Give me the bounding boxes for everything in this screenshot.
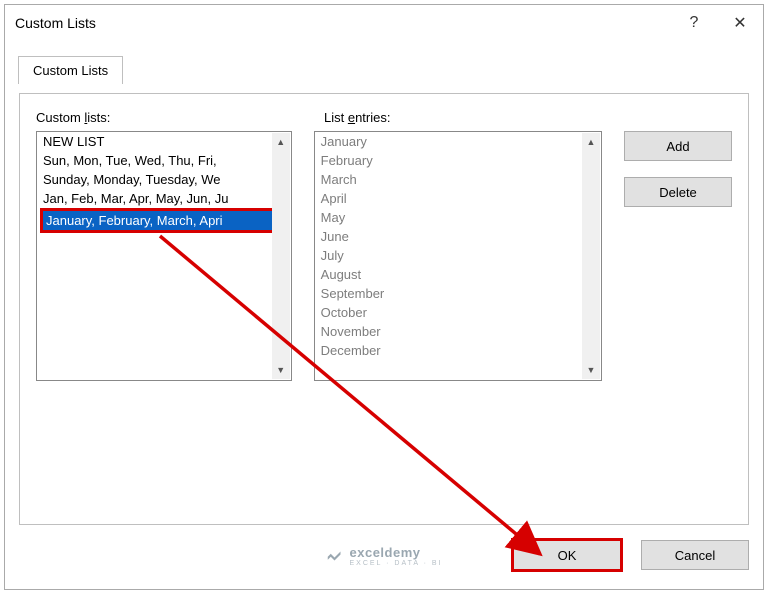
custom-lists-label-pre: Custom <box>36 110 84 125</box>
bottom-row: OK Cancel <box>511 535 749 575</box>
right-buttons: Add Delete <box>624 131 732 381</box>
logo-icon <box>326 547 344 565</box>
add-button[interactable]: Add <box>624 131 732 161</box>
watermark-brand: exceldemy <box>350 545 421 560</box>
entry-item: March <box>315 170 601 189</box>
list-item-selected[interactable]: January, February, March, Apri <box>43 211 285 230</box>
entry-item: May <box>315 208 601 227</box>
watermark: exceldemy EXCEL · DATA · BI <box>326 545 443 567</box>
watermark-text: exceldemy EXCEL · DATA · BI <box>350 545 443 567</box>
help-button[interactable]: ? <box>671 5 717 41</box>
entry-item: January <box>315 132 601 151</box>
cancel-button-label: Cancel <box>675 548 715 563</box>
list-item[interactable]: Sunday, Monday, Tuesday, We <box>37 170 291 189</box>
list-item[interactable]: Jan, Feb, Mar, Apr, May, Jun, Ju <box>37 189 291 208</box>
list-entries-listbox[interactable]: January February March April May June Ju… <box>314 131 602 381</box>
titlebar: Custom Lists ? ✕ <box>5 5 763 41</box>
close-button[interactable]: ✕ <box>717 5 763 41</box>
scroll-down-icon[interactable]: ▼ <box>272 361 290 379</box>
custom-lists-label: Custom lists: <box>36 110 302 125</box>
entry-item: September <box>315 284 601 303</box>
entry-item: August <box>315 265 601 284</box>
list-entries-label-post: ntries: <box>355 110 390 125</box>
list-entries-label: List entries: <box>324 110 624 125</box>
watermark-sub: EXCEL · DATA · BI <box>350 560 443 567</box>
selected-list-highlight: January, February, March, Apri <box>40 208 288 233</box>
entry-item: October <box>315 303 601 322</box>
entry-item: June <box>315 227 601 246</box>
list-item[interactable]: Sun, Mon, Tue, Wed, Thu, Fri, <box>37 151 291 170</box>
entry-item: December <box>315 341 601 360</box>
tabstrip: Custom Lists <box>5 55 763 83</box>
dialog-title: Custom Lists <box>15 15 671 31</box>
custom-lists-listbox[interactable]: NEW LIST Sun, Mon, Tue, Wed, Thu, Fri, S… <box>36 131 292 381</box>
content-row: NEW LIST Sun, Mon, Tue, Wed, Thu, Fri, S… <box>36 131 732 381</box>
ok-button[interactable]: OK <box>511 538 623 572</box>
scroll-up-icon[interactable]: ▲ <box>582 133 600 151</box>
delete-button[interactable]: Delete <box>624 177 732 207</box>
entry-item: February <box>315 151 601 170</box>
list-entries-label-u: e <box>348 110 355 125</box>
ok-button-label: OK <box>558 548 577 563</box>
scroll-down-icon[interactable]: ▼ <box>582 361 600 379</box>
cancel-button[interactable]: Cancel <box>641 540 749 570</box>
list-entries-label-pre: List <box>324 110 348 125</box>
tab-custom-lists[interactable]: Custom Lists <box>18 56 123 84</box>
custom-lists-label-post: ists: <box>87 110 110 125</box>
scroll-up-icon[interactable]: ▲ <box>272 133 290 151</box>
labels-row: Custom lists: List entries: <box>36 110 732 125</box>
entry-item: April <box>315 189 601 208</box>
scrollbar[interactable]: ▲ ▼ <box>272 133 290 379</box>
delete-button-label: Delete <box>659 185 697 200</box>
list-item[interactable]: NEW LIST <box>37 132 291 151</box>
entry-item: November <box>315 322 601 341</box>
entry-item: July <box>315 246 601 265</box>
add-button-label: Add <box>666 139 689 154</box>
main-panel: Custom lists: List entries: NEW LIST Sun… <box>19 93 749 525</box>
scrollbar[interactable]: ▲ ▼ <box>582 133 600 379</box>
custom-lists-dialog: Custom Lists ? ✕ Custom Lists Custom lis… <box>4 4 764 590</box>
